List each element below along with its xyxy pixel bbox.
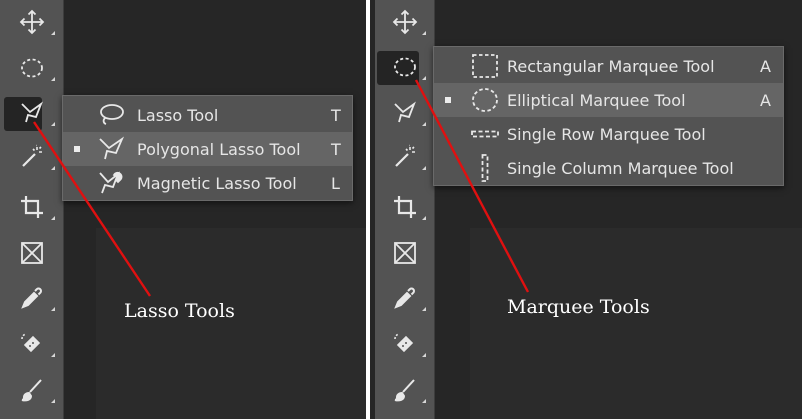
elliptical-marquee-icon [20,58,43,78]
submenu-indicator [51,166,55,170]
polygonal-lasso-icon [20,101,43,123]
flyout-item-label: Magnetic Lasso Tool [137,173,297,193]
marquee-tool[interactable] [375,50,434,85]
marquee-tool[interactable] [0,51,63,85]
submenu-indicator [422,353,426,357]
brush-tool[interactable] [0,373,63,407]
spot-healing-icon [20,333,40,353]
single-row-marquee-icon [471,130,499,138]
submenu-indicator [51,399,55,403]
document-canvas [96,228,366,419]
crop-tool[interactable] [0,190,63,224]
move-tool[interactable] [0,5,63,39]
eyedropper-tool[interactable] [0,281,63,315]
rectangular-marquee-icon [472,54,498,78]
elliptical-marquee-icon [393,57,416,77]
magic-wand-tool[interactable] [0,140,63,174]
brush-icon [21,379,42,402]
submenu-indicator [422,166,426,170]
flyout-item-label: Single Row Marquee Tool [507,124,706,144]
crop-icon [20,196,43,218]
right-screenshot-panel: Rectangular Marquee Tool A Elliptical Ma… [370,0,802,419]
flyout-item-label: Rectangular Marquee Tool [507,56,715,76]
submenu-indicator [422,307,426,311]
eyedropper-tool[interactable] [375,281,434,315]
flyout-item-single-row-marquee-tool[interactable]: Single Row Marquee Tool [434,117,783,151]
flyout-item-magnetic-lasso-tool[interactable]: Magnetic Lasso Tool L [63,166,352,200]
left-screenshot-panel: Lasso Tool T Polygonal Lasso Tool T Magn… [0,0,366,419]
magnetic-lasso-icon [99,171,123,194]
flyout-item-label: Lasso Tool [137,105,219,125]
flyout-item-single-column-marquee-tool[interactable]: Single Column Marquee Tool [434,151,783,185]
flyout-item-rectangular-marquee-tool[interactable]: Rectangular Marquee Tool A [434,49,783,83]
document-canvas [470,228,802,419]
flyout-item-shortcut: T [331,105,341,125]
magic-wand-icon [394,144,415,167]
submenu-indicator [422,31,426,35]
crop-icon [393,196,416,218]
current-tool-marker [445,97,451,103]
flyout-item-shortcut: T [331,139,341,159]
spot-healing-icon [393,333,413,353]
polygonal-lasso-icon [393,101,416,123]
tools-toolbar [0,0,64,419]
flyout-item-shortcut: A [760,56,771,76]
marquee-tools-annotation: Marquee Tools [507,296,650,318]
magic-wand-icon [21,144,42,167]
flyout-item-polygonal-lasso-tool[interactable]: Polygonal Lasso Tool T [63,132,352,166]
lasso-tools-annotation: Lasso Tools [124,300,235,322]
lasso-tools-flyout: Lasso Tool T Polygonal Lasso Tool T Magn… [62,95,353,201]
submenu-indicator [422,76,426,80]
submenu-indicator [422,122,426,126]
frame-tool[interactable] [375,236,434,270]
tools-toolbar [375,0,435,419]
frame-icon [393,242,416,264]
frame-icon [20,242,43,264]
brush-tool[interactable] [375,373,434,407]
move-tool[interactable] [375,5,434,39]
submenu-indicator [51,122,55,126]
brush-icon [394,379,415,402]
magic-wand-tool[interactable] [375,140,434,174]
eyedropper-icon [20,287,42,309]
flyout-item-lasso-tool[interactable]: Lasso Tool T [63,98,352,132]
eyedropper-icon [393,287,415,309]
submenu-indicator [51,31,55,35]
submenu-indicator [51,307,55,311]
single-column-marquee-icon [481,154,489,182]
flyout-item-label: Single Column Marquee Tool [507,158,734,178]
lasso-tool[interactable] [375,96,434,130]
elliptical-marquee-icon [472,88,498,112]
submenu-indicator [51,216,55,220]
flyout-item-label: Elliptical Marquee Tool [507,90,686,110]
move-icon [392,9,417,35]
marquee-tools-flyout: Rectangular Marquee Tool A Elliptical Ma… [433,46,784,186]
polygonal-lasso-icon [99,136,125,160]
spot-healing-tool[interactable] [375,327,434,361]
spot-healing-tool[interactable] [0,327,63,361]
crop-tool[interactable] [375,190,434,224]
submenu-indicator [422,399,426,403]
submenu-indicator [51,77,55,81]
flyout-item-shortcut: A [760,90,771,110]
frame-tool[interactable] [0,236,63,270]
lasso-tool[interactable] [0,96,63,131]
submenu-indicator [422,216,426,220]
current-tool-marker [74,146,80,152]
submenu-indicator [51,353,55,357]
lasso-icon [100,104,124,125]
flyout-item-elliptical-marquee-tool[interactable]: Elliptical Marquee Tool A [434,83,783,117]
flyout-item-label: Polygonal Lasso Tool [137,139,301,159]
move-icon [19,9,44,35]
flyout-item-shortcut: L [331,173,340,193]
